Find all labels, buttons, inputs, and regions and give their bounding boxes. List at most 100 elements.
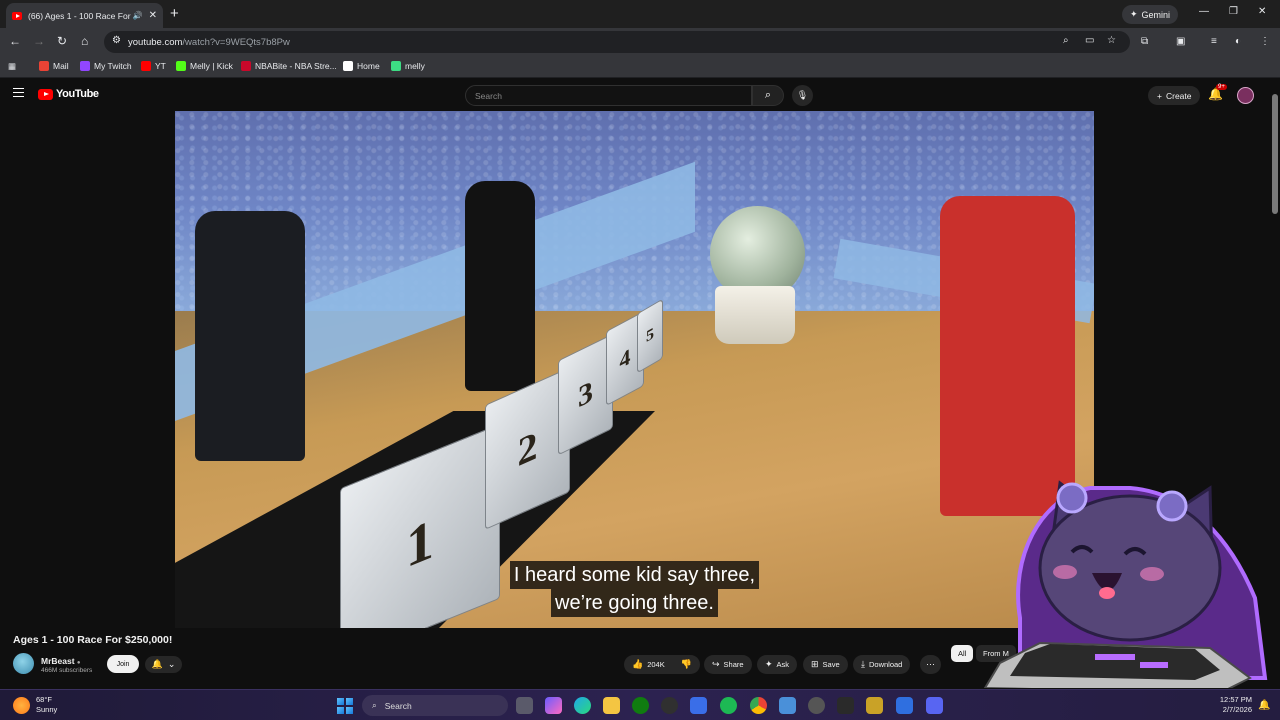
close-window-icon[interactable]: ✕: [1258, 6, 1266, 17]
taskbar-search-label: Search: [384, 700, 412, 711]
home-icon[interactable]: ⌂: [81, 34, 88, 48]
extensions-icon[interactable]: ⧉: [1141, 36, 1148, 47]
subscribed-notifications-button[interactable]: 🔔 ⌄: [145, 656, 182, 673]
bookmark-yt[interactable]: YT: [141, 61, 166, 71]
taskbar-search[interactable]: ⌕ Search: [362, 695, 508, 716]
new-tab-button[interactable]: +: [170, 5, 179, 22]
channel-avatar[interactable]: [13, 653, 34, 674]
chip-all[interactable]: All: [951, 645, 974, 662]
bell-icon: 🔔: [151, 659, 163, 669]
app-icon[interactable]: [866, 697, 883, 714]
join-button[interactable]: Join: [107, 655, 139, 673]
chrome-icon[interactable]: [750, 697, 767, 714]
reload-icon[interactable]: ↻: [57, 34, 67, 48]
cast-icon[interactable]: ▭: [1085, 35, 1094, 46]
address-bar[interactable]: youtube.com/watch?v=9WEQts7b8Pw: [104, 31, 1130, 53]
xbox-icon[interactable]: [632, 697, 649, 714]
task-view-icon[interactable]: [516, 697, 533, 714]
youtube-icon: [141, 61, 151, 71]
system-clock[interactable]: 12:57 PM 2/7/2026: [1214, 695, 1252, 715]
bookmark-melly[interactable]: melly: [391, 61, 425, 71]
forward-icon[interactable]: →: [33, 34, 45, 48]
minimize-window-icon[interactable]: —: [1199, 6, 1209, 17]
ask-label: Ask: [776, 660, 790, 669]
page-scrollbar[interactable]: [1270, 82, 1280, 682]
search-icon: ⌕: [764, 89, 772, 101]
channel-name[interactable]: MrBeast ●: [41, 656, 81, 666]
thumbs-down-icon: 👎: [680, 659, 693, 669]
more-horizontal-icon: ⋯: [926, 659, 935, 669]
search-button[interactable]: ⌕: [752, 85, 784, 106]
bookmark-star-icon[interactable]: ☆: [1107, 35, 1116, 46]
more-actions-button[interactable]: ⋯: [920, 655, 941, 674]
profile-icon[interactable]: ◐: [1235, 36, 1241, 47]
bookmark-home[interactable]: Home: [343, 61, 380, 71]
terminal-icon[interactable]: [837, 697, 854, 714]
tab-title: (66) Ages 1 - 100 Race For: [28, 10, 131, 21]
store-icon[interactable]: [690, 697, 707, 714]
nba-icon: [241, 61, 251, 71]
video-player[interactable]: 1 2 3 4 5 I heard some kid say three, we…: [175, 111, 1094, 628]
media-player-icon[interactable]: [808, 697, 825, 714]
bookmark-my-twitch[interactable]: My Twitch: [80, 61, 132, 71]
discord-icon[interactable]: [926, 697, 943, 714]
restore-window-icon[interactable]: ❐: [1229, 6, 1238, 17]
notifications-bell-icon[interactable]: 🔔 9+: [1208, 84, 1227, 101]
create-button[interactable]: + Create: [1148, 86, 1201, 105]
microphone-icon: 🎙: [796, 90, 809, 100]
windows-start-icon[interactable]: [337, 698, 353, 714]
gemini-button[interactable]: ✦ Gemini: [1122, 5, 1179, 24]
weather-widget[interactable]: 68°F Sunny: [13, 695, 57, 715]
voice-search-button[interactable]: 🎙: [792, 85, 813, 106]
file-explorer-icon[interactable]: [603, 697, 620, 714]
clock-time: 12:57 PM: [1219, 695, 1252, 704]
clock-date: 2/7/2026: [1222, 705, 1252, 714]
vtuber-cat-avatar-overlay: [983, 480, 1268, 688]
notification-badge: 9+: [1216, 84, 1227, 90]
photos-icon[interactable]: [779, 697, 796, 714]
youtube-logo-text: YouTube: [56, 88, 99, 100]
account-avatar[interactable]: [1237, 87, 1254, 104]
windows-taskbar: 68°F Sunny ⌕ Search 12:57 PM 2/7/2026 🔔: [0, 689, 1280, 720]
spotify-icon[interactable]: [720, 697, 737, 714]
bookmarks-bar: ▦ Mail My Twitch YT Melly | Kick NBABite…: [0, 56, 1280, 78]
video-frame-officer: [195, 211, 305, 461]
search-placeholder: Search: [475, 90, 502, 101]
bookmark-melly-kick[interactable]: Melly | Kick: [176, 61, 233, 71]
sidepanel-icon[interactable]: ▣: [1176, 36, 1185, 47]
scrollbar-thumb[interactable]: [1272, 94, 1278, 214]
back-icon[interactable]: ←: [9, 34, 21, 48]
youtube-logo[interactable]: YouTube: [38, 88, 99, 100]
verified-check-icon: ●: [76, 660, 81, 666]
ask-button[interactable]: ✦ Ask: [757, 655, 798, 674]
save-button[interactable]: ⊞ Save: [803, 655, 848, 674]
zoom-icon[interactable]: ⌕: [1063, 35, 1069, 46]
share-button[interactable]: ↪ Share: [704, 655, 752, 674]
dislike-button[interactable]: 👎: [673, 655, 700, 674]
search-input[interactable]: Search: [465, 85, 752, 106]
hamburger-menu-icon[interactable]: [13, 88, 24, 97]
speaker-icon[interactable]: 🔊: [133, 11, 143, 20]
app-icon[interactable]: [896, 697, 913, 714]
url-host: youtube.com: [128, 36, 183, 48]
browser-tab-youtube[interactable]: (66) Ages 1 - 100 Race For 🔊 ✕: [6, 3, 163, 28]
edge-icon[interactable]: [574, 697, 591, 714]
chevron-down-icon: ⌄: [167, 659, 176, 669]
sparkle-icon: ✦: [765, 659, 773, 669]
media-controls-icon[interactable]: ≡: [1211, 36, 1217, 47]
youtube-header: YouTube Search ⌕ 🎙 + Create 🔔 9+: [0, 79, 1280, 112]
url-path: /watch?v=9WEQts7b8Pw: [182, 36, 290, 48]
video-frame-pedestal: [715, 286, 795, 344]
menu-kebab-icon[interactable]: ⋮: [1260, 36, 1270, 47]
notification-center-icon[interactable]: 🔔: [1258, 700, 1270, 711]
apps-grid-icon[interactable]: ▦: [8, 61, 16, 72]
site-info-icon[interactable]: ⚙: [112, 35, 121, 46]
share-label: Share: [723, 660, 744, 669]
bookmark-mail[interactable]: Mail: [39, 61, 69, 71]
bookmark-nbabite[interactable]: NBABite - NBA Stre...: [241, 61, 337, 71]
download-button[interactable]: ⤓ Download: [853, 655, 911, 674]
obs-icon[interactable]: [661, 697, 678, 714]
copilot-icon[interactable]: [545, 697, 562, 714]
sun-weather-icon: [13, 696, 30, 714]
close-tab-icon[interactable]: ✕: [149, 10, 157, 21]
